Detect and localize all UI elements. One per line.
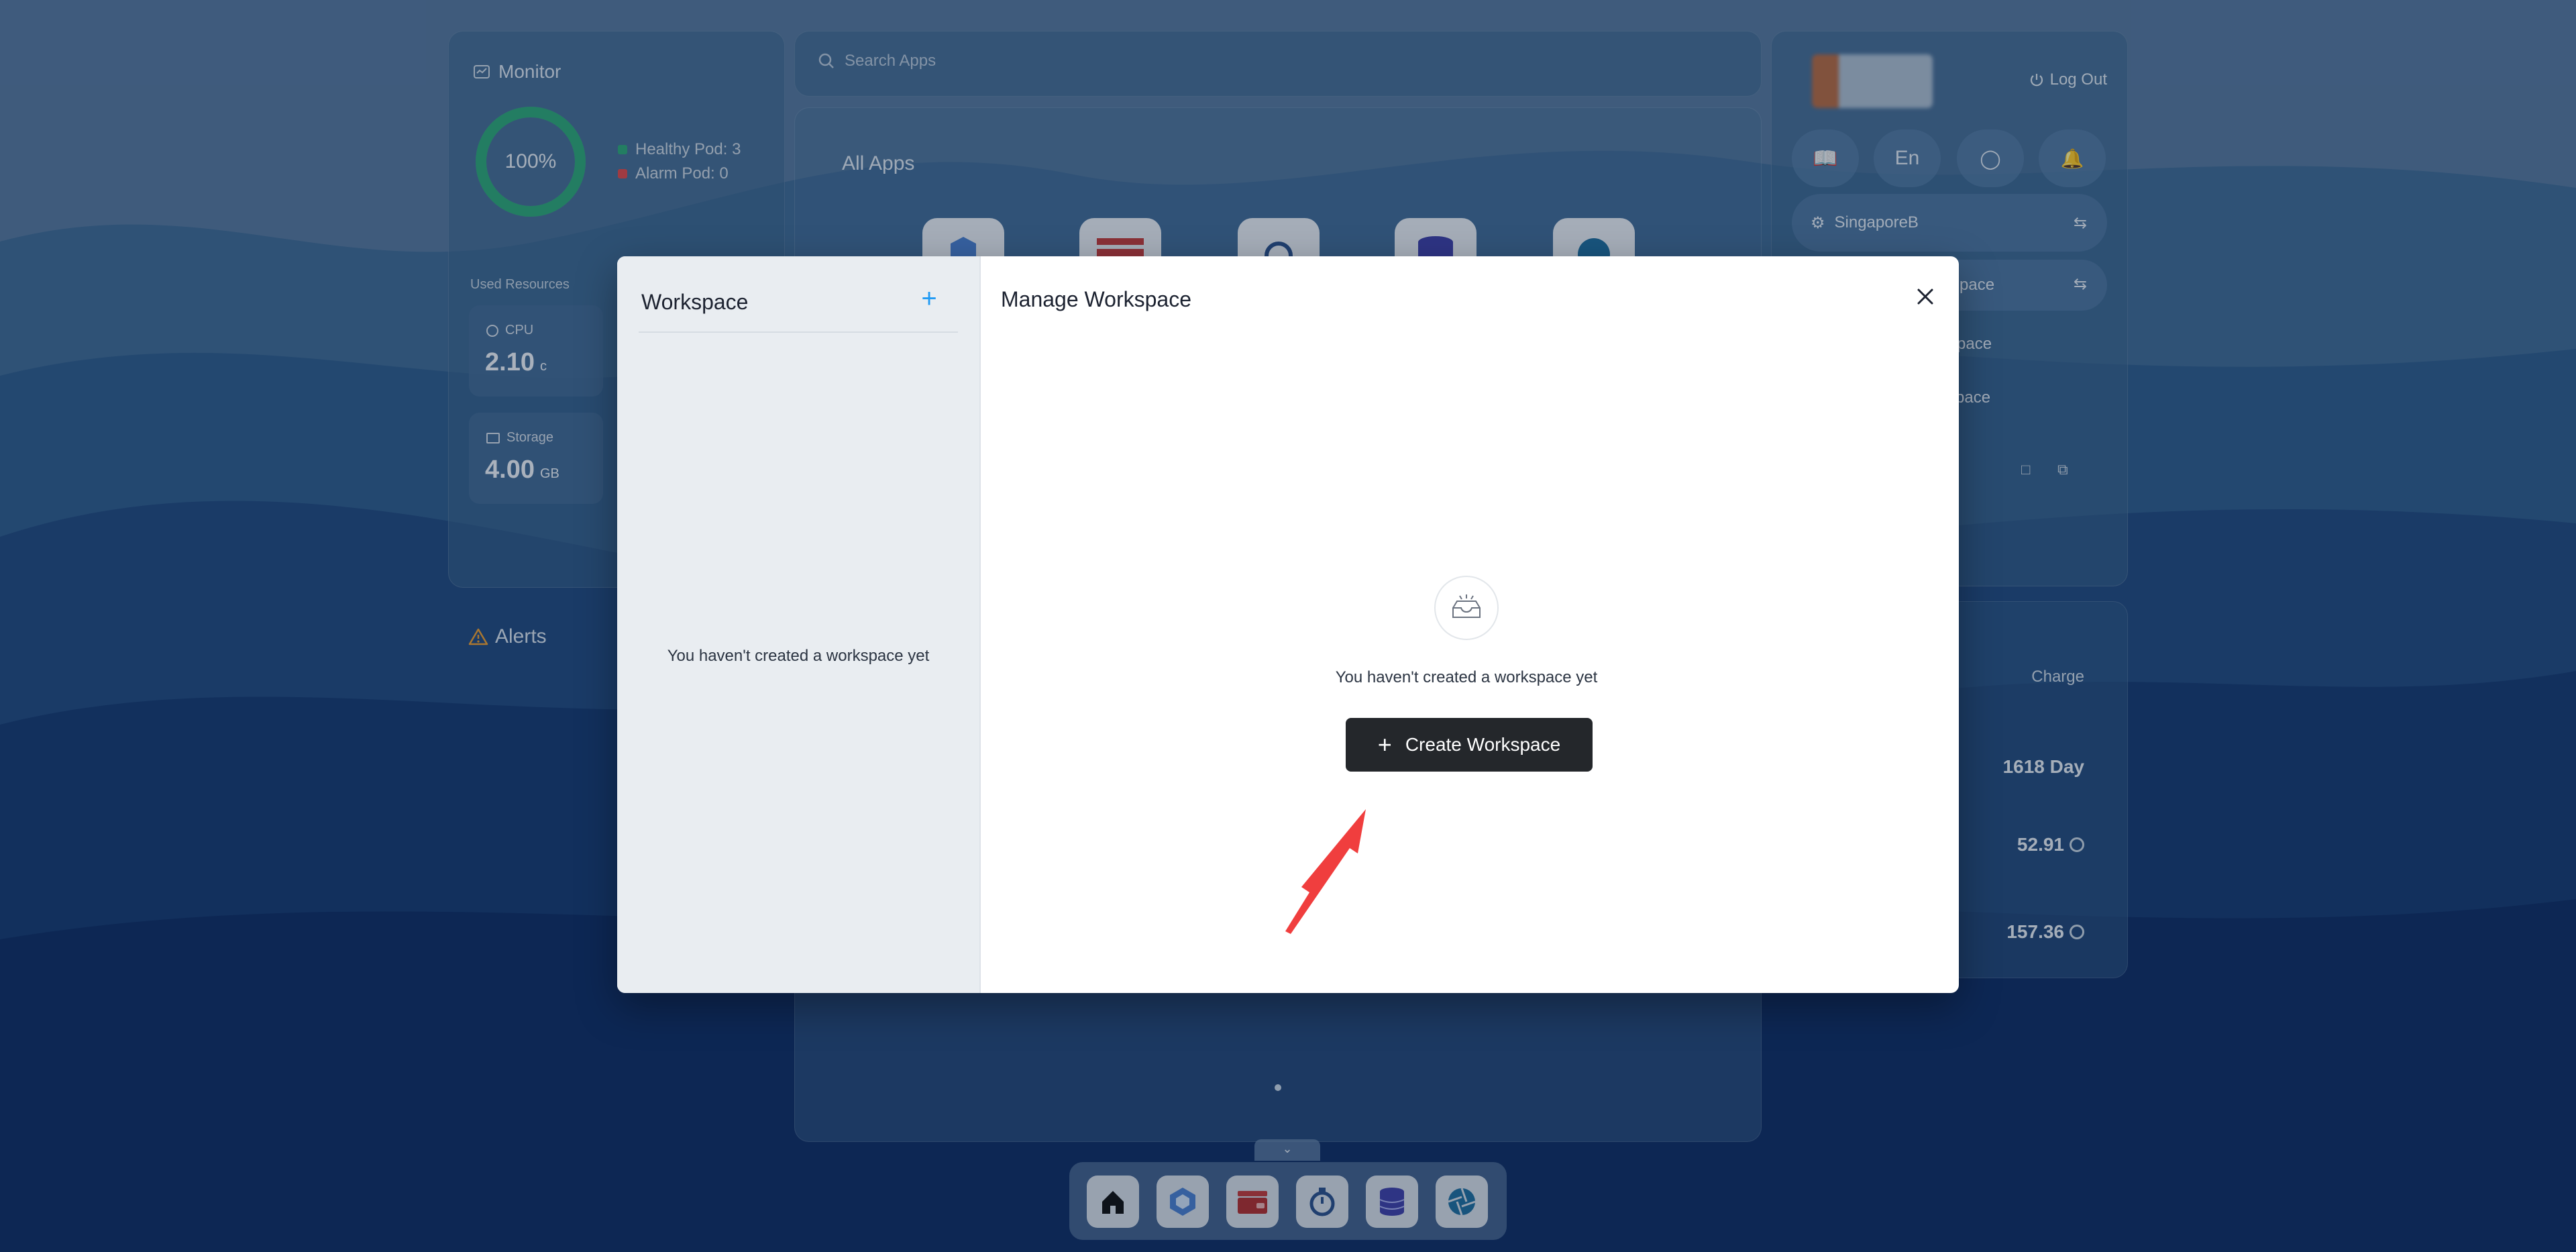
close-icon	[1917, 289, 1933, 305]
create-workspace-label: Create Workspace	[1405, 734, 1561, 755]
modal-title: Manage Workspace	[1001, 287, 1191, 311]
sidebar-empty-text: You haven't created a workspace yet	[667, 647, 930, 665]
workspace-sidebar: Workspace + You haven't created a worksp…	[617, 256, 981, 993]
close-button[interactable]	[1905, 276, 1945, 317]
add-workspace-button[interactable]: +	[912, 282, 946, 315]
sidebar-divider	[639, 331, 958, 333]
create-workspace-button[interactable]: + Create Workspace	[1346, 718, 1593, 772]
plus-icon: +	[1377, 731, 1392, 758]
manage-workspace-modal: Workspace + You haven't created a worksp…	[617, 256, 1959, 993]
empty-inbox-icon	[1434, 576, 1499, 640]
empty-state-text: You haven't created a workspace yet	[1335, 668, 1598, 686]
sidebar-title: Workspace	[641, 290, 749, 314]
